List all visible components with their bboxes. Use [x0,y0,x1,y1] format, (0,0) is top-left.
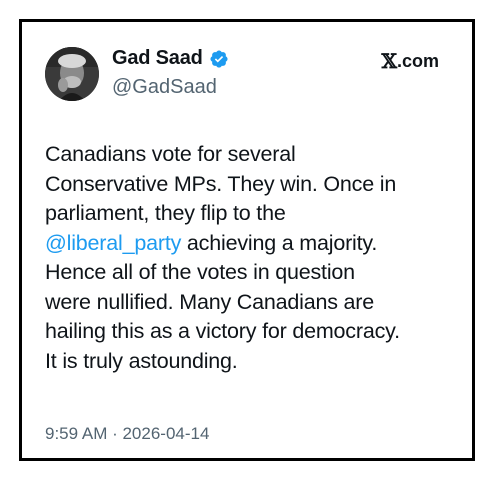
author-handle[interactable]: @GadSaad [112,76,217,99]
tweet-body-line: Hence all of the votes in question [45,260,355,284]
tweet-body: Canadians vote for several Conservative … [45,140,465,376]
source-label: .com [396,50,439,71]
tweet-body-line: were nullified. Many Canadians are [45,289,375,314]
tweet-timestamp[interactable]: 9:59 AM · 2026-04-14 [45,424,209,444]
source-link[interactable]: 𝕏 .com [381,49,439,73]
verified-badge-icon [209,49,229,69]
x-logo-icon: 𝕏 [381,49,397,73]
avatar-image [45,47,99,101]
tweet-body-line: Canadians vote for several [45,142,296,166]
author-display-name[interactable]: Gad Saad [112,47,203,70]
tweet-body-text: achieving a majority. [181,230,378,255]
tweet-body-line: parliament, they flip to the [45,201,286,225]
tweet-body-line: Conservative MPs. They win. Once in [45,171,397,196]
author-name-row: Gad Saad [112,47,229,70]
tweet-body-line: hailing this as a victory for democracy. [45,319,400,343]
tweet-body-line: @liberal_party achieving a majority. [45,229,465,259]
tweet-card: Gad Saad @GadSaad 𝕏 .com Canadians vote … [19,19,475,461]
mention-link[interactable]: @liberal_party [45,231,181,255]
author-avatar[interactable] [45,47,99,101]
tweet-body-line: It is truly astounding. [45,348,238,373]
